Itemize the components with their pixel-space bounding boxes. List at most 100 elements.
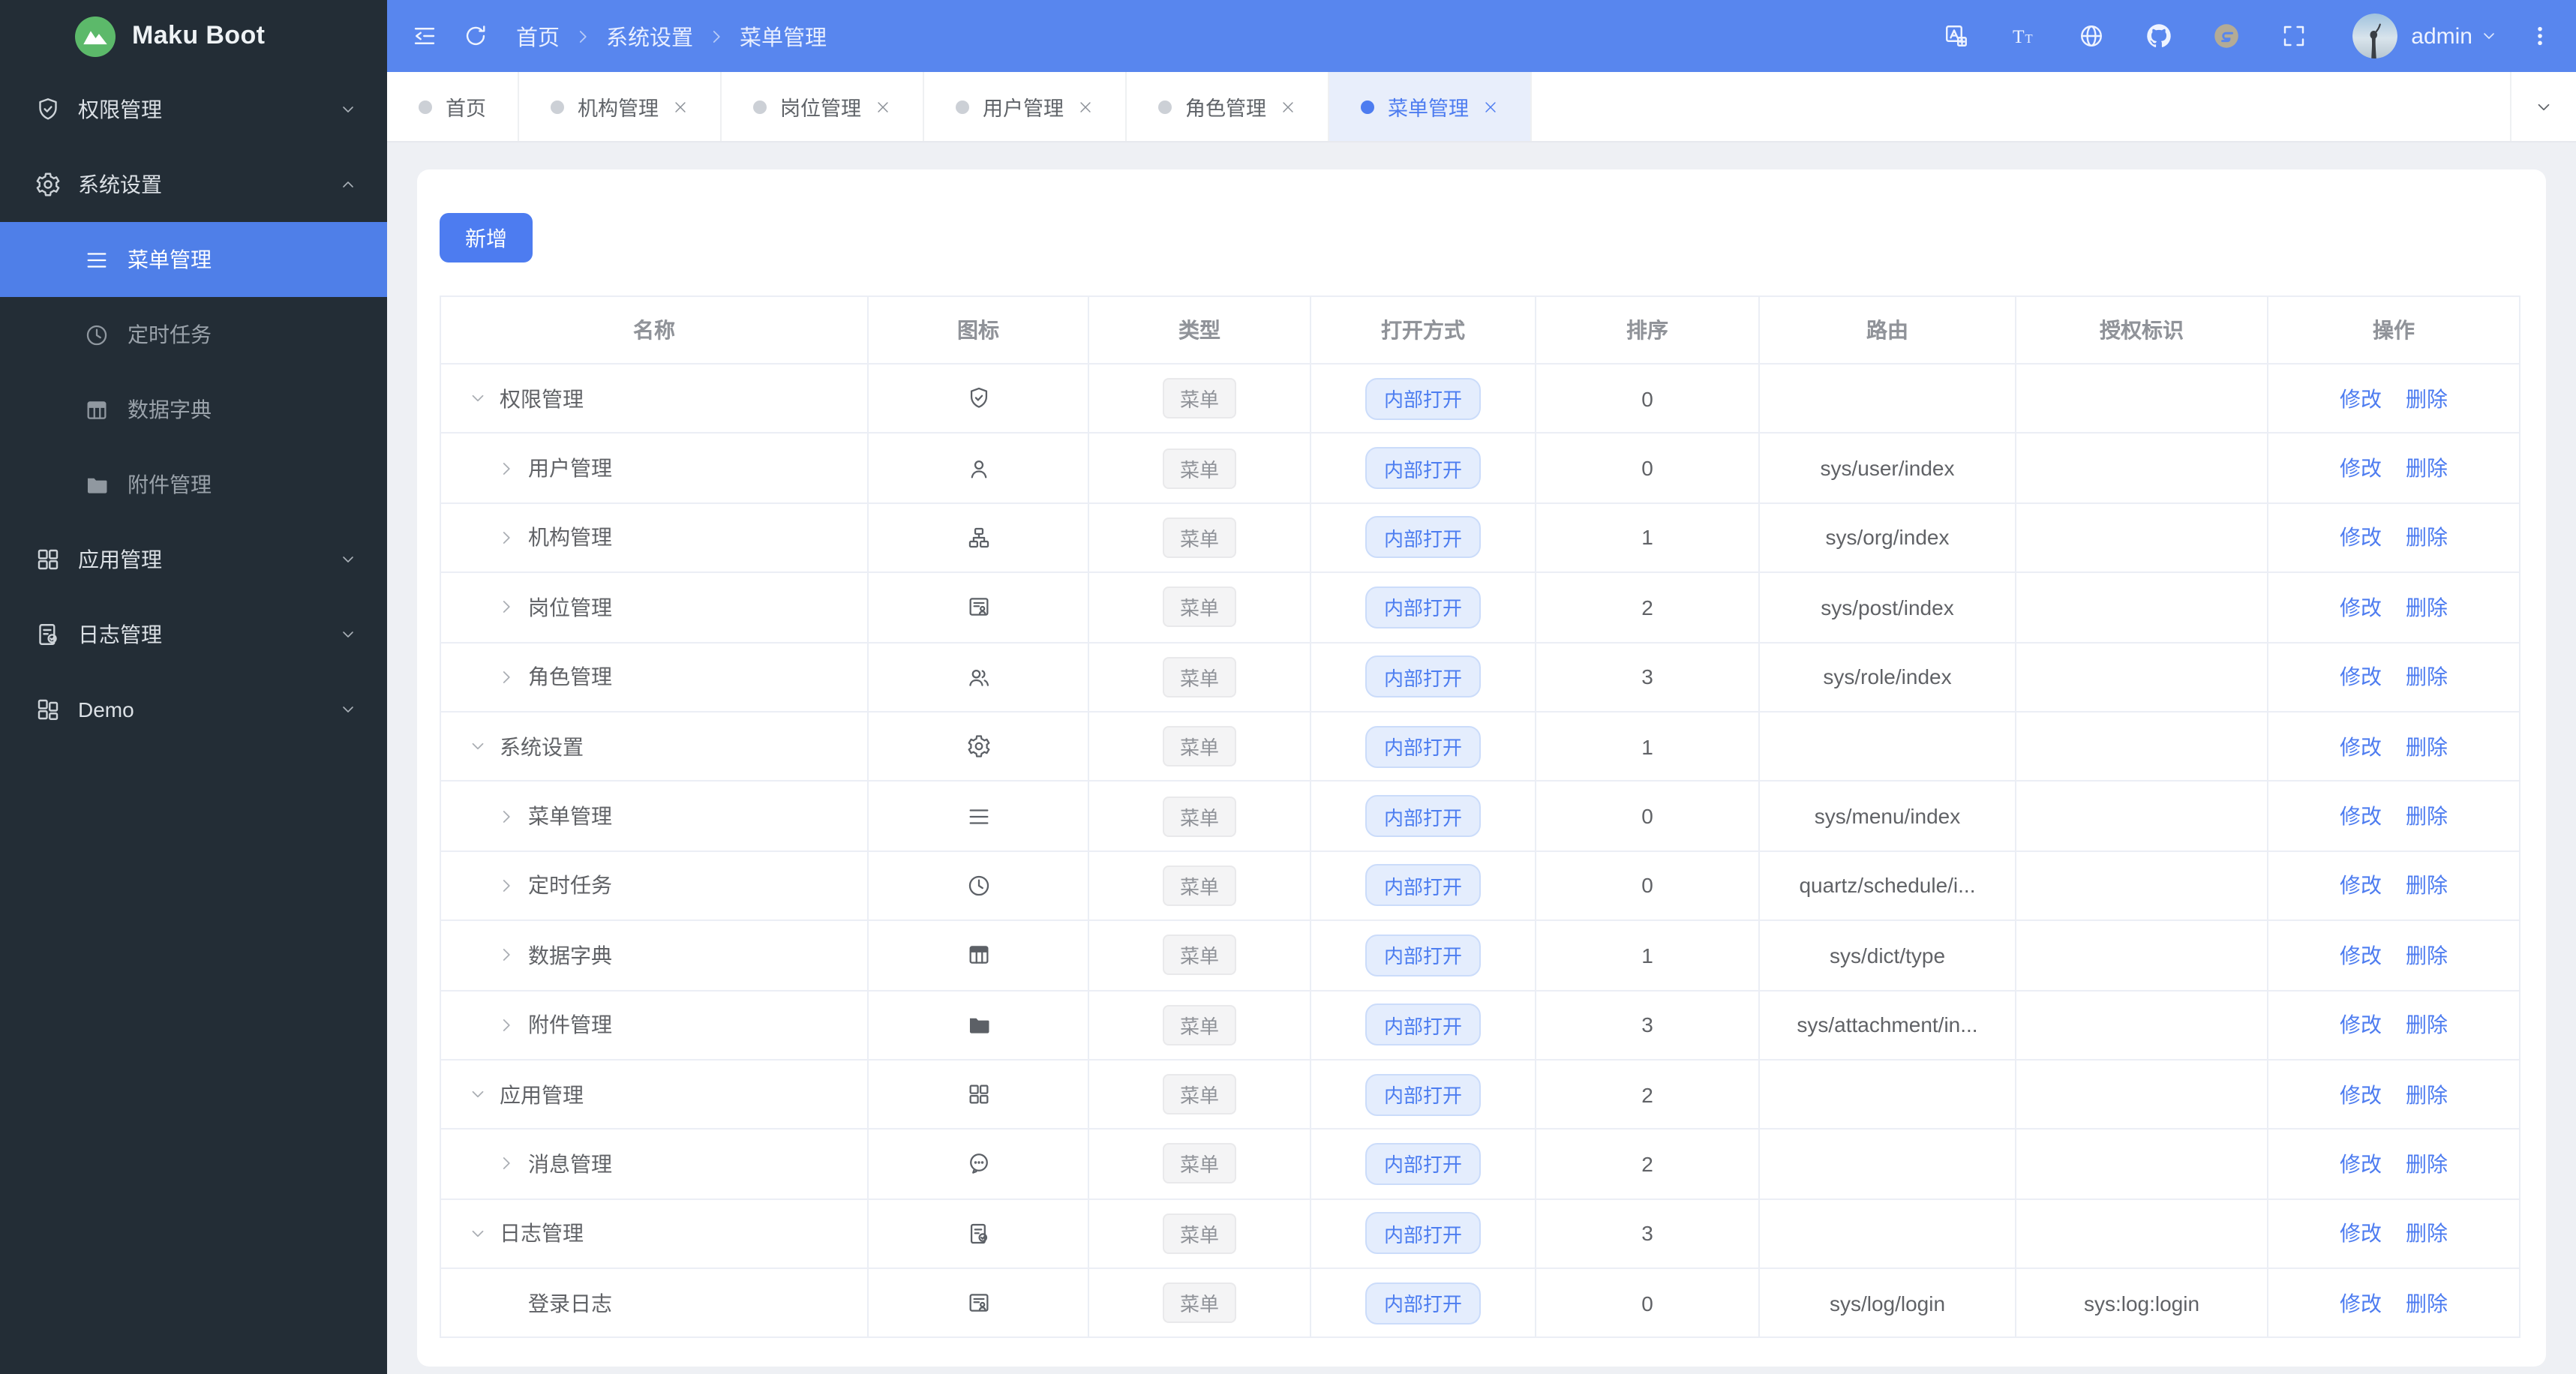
edit-link[interactable]: 修改 bbox=[2340, 1219, 2382, 1249]
delete-link[interactable]: 删除 bbox=[2406, 453, 2448, 483]
open-mode-tag: 内部打开 bbox=[1365, 1142, 1480, 1185]
tab-item-org[interactable]: 机构管理 bbox=[519, 72, 722, 141]
icon-cell bbox=[869, 1199, 1089, 1268]
chevron-right-icon[interactable] bbox=[497, 528, 516, 548]
table-row: 消息管理 菜单 内部打开 2 修改 删除 bbox=[441, 1130, 2519, 1200]
refresh-button[interactable] bbox=[450, 10, 501, 62]
chevron-down-icon[interactable] bbox=[468, 388, 488, 408]
actions-cell: 修改 删除 bbox=[2268, 712, 2519, 781]
edit-link[interactable]: 修改 bbox=[2340, 1149, 2382, 1179]
type-tag: 菜单 bbox=[1163, 1074, 1235, 1115]
demo-grid-icon bbox=[35, 696, 62, 723]
chevron-down-icon[interactable] bbox=[468, 736, 488, 756]
avatar[interactable] bbox=[2352, 14, 2398, 58]
delete-link[interactable]: 删除 bbox=[2406, 1288, 2448, 1318]
sidebar-item-attachment[interactable]: 附件管理 bbox=[0, 447, 387, 522]
delete-link[interactable]: 删除 bbox=[2406, 592, 2448, 622]
route-cell: sys/user/index bbox=[1760, 434, 2016, 502]
type-tag: 菜单 bbox=[1163, 865, 1235, 906]
delete-link[interactable]: 删除 bbox=[2406, 871, 2448, 901]
edit-link[interactable]: 修改 bbox=[2340, 523, 2382, 553]
open-mode-cell: 内部打开 bbox=[1311, 364, 1536, 433]
edit-link[interactable]: 修改 bbox=[2340, 940, 2382, 970]
sidebar-collapse-button[interactable] bbox=[399, 10, 450, 62]
chevron-right-icon[interactable] bbox=[497, 668, 516, 687]
name-cell: 消息管理 bbox=[441, 1130, 869, 1198]
table-row: 日志管理 菜单 内部打开 3 修改 删除 bbox=[441, 1199, 2519, 1270]
clock-icon bbox=[84, 322, 110, 347]
name-cell: 机构管理 bbox=[441, 503, 869, 572]
route-cell bbox=[1760, 1130, 2016, 1198]
type-cell: 菜单 bbox=[1089, 712, 1311, 781]
delete-link[interactable]: 删除 bbox=[2406, 383, 2448, 413]
edit-link[interactable]: 修改 bbox=[2340, 453, 2382, 483]
open-mode-tag: 内部打开 bbox=[1365, 377, 1480, 420]
tab-item-home[interactable]: 首页 bbox=[387, 72, 519, 141]
auth-cell: sys:log:login bbox=[2016, 1269, 2268, 1337]
type-cell: 菜单 bbox=[1089, 573, 1311, 642]
delete-link[interactable]: 删除 bbox=[2406, 1149, 2448, 1179]
sidebar-item-demo[interactable]: Demo bbox=[0, 672, 387, 747]
tab-item-post[interactable]: 岗位管理 bbox=[722, 72, 924, 141]
breadcrumb-item[interactable]: 系统设置 bbox=[606, 20, 693, 52]
delete-link[interactable]: 删除 bbox=[2406, 662, 2448, 692]
icon-cell bbox=[869, 364, 1089, 433]
delete-link[interactable]: 删除 bbox=[2406, 1010, 2448, 1040]
more-vertical-icon[interactable] bbox=[2528, 22, 2552, 50]
chevron-right-icon[interactable] bbox=[497, 946, 516, 965]
delete-link[interactable]: 删除 bbox=[2406, 523, 2448, 553]
open-mode-tag: 内部打开 bbox=[1365, 516, 1480, 559]
tab-item-role[interactable]: 角色管理 bbox=[1127, 72, 1329, 141]
sidebar-item-schedule[interactable]: 定时任务 bbox=[0, 297, 387, 372]
chevron-right-icon[interactable] bbox=[497, 806, 516, 826]
delete-link[interactable]: 删除 bbox=[2406, 801, 2448, 831]
chevron-right-icon[interactable] bbox=[497, 458, 516, 478]
open-mode-cell: 内部打开 bbox=[1311, 643, 1536, 711]
chevron-down-icon[interactable] bbox=[2480, 27, 2498, 45]
sidebar-item-log[interactable]: 日志管理 bbox=[0, 597, 387, 672]
font-size-icon[interactable]: TT bbox=[2010, 22, 2037, 50]
sidebar-item-dict[interactable]: 数据字典 bbox=[0, 372, 387, 447]
chevron-right-icon[interactable] bbox=[497, 876, 516, 896]
tab-item-user[interactable]: 用户管理 bbox=[924, 72, 1127, 141]
auth-cell bbox=[2016, 573, 2268, 642]
edit-link[interactable]: 修改 bbox=[2340, 1288, 2382, 1318]
chevron-right-icon[interactable] bbox=[497, 1015, 516, 1034]
sidebar-item-app[interactable]: 应用管理 bbox=[0, 522, 387, 597]
chevron-right-icon[interactable] bbox=[497, 598, 516, 617]
delete-link[interactable]: 删除 bbox=[2406, 1219, 2448, 1249]
route-cell bbox=[1760, 1060, 2016, 1129]
username[interactable]: admin bbox=[2411, 23, 2472, 49]
tab-item-menu[interactable]: 菜单管理 bbox=[1329, 72, 1532, 141]
edit-link[interactable]: 修改 bbox=[2340, 1010, 2382, 1040]
delete-link[interactable]: 删除 bbox=[2406, 731, 2448, 761]
edit-link[interactable]: 修改 bbox=[2340, 731, 2382, 761]
edit-link[interactable]: 修改 bbox=[2340, 383, 2382, 413]
chevron-down-icon[interactable] bbox=[468, 1084, 488, 1104]
edit-link[interactable]: 修改 bbox=[2340, 871, 2382, 901]
gitee-icon[interactable] bbox=[2213, 22, 2240, 50]
chevron-down-icon[interactable] bbox=[468, 1224, 488, 1244]
breadcrumb-item[interactable]: 首页 bbox=[516, 20, 560, 52]
translate-icon[interactable] bbox=[1943, 22, 1970, 50]
github-icon[interactable] bbox=[2145, 22, 2172, 50]
edit-link[interactable]: 修改 bbox=[2340, 1079, 2382, 1109]
auth-cell bbox=[2016, 643, 2268, 711]
open-mode-tag: 内部打开 bbox=[1365, 1004, 1480, 1046]
tabs-dropdown-button[interactable] bbox=[2510, 72, 2576, 141]
icon-cell bbox=[869, 1130, 1089, 1198]
brand[interactable]: Maku Boot bbox=[0, 0, 387, 72]
edit-link[interactable]: 修改 bbox=[2340, 801, 2382, 831]
sidebar-item-permission[interactable]: 权限管理 bbox=[0, 72, 387, 147]
edit-link[interactable]: 修改 bbox=[2340, 592, 2382, 622]
sidebar-item-system[interactable]: 系统设置 bbox=[0, 147, 387, 222]
delete-link[interactable]: 删除 bbox=[2406, 1079, 2448, 1109]
globe-icon[interactable] bbox=[2078, 22, 2105, 50]
delete-link[interactable]: 删除 bbox=[2406, 940, 2448, 970]
sidebar-item-menu[interactable]: 菜单管理 bbox=[0, 222, 387, 297]
add-button[interactable]: 新增 bbox=[440, 213, 533, 262]
chevron-right-icon[interactable] bbox=[497, 1154, 516, 1174]
edit-link[interactable]: 修改 bbox=[2340, 662, 2382, 692]
open-mode-cell: 内部打开 bbox=[1311, 1269, 1536, 1337]
fullscreen-icon[interactable] bbox=[2280, 22, 2307, 50]
